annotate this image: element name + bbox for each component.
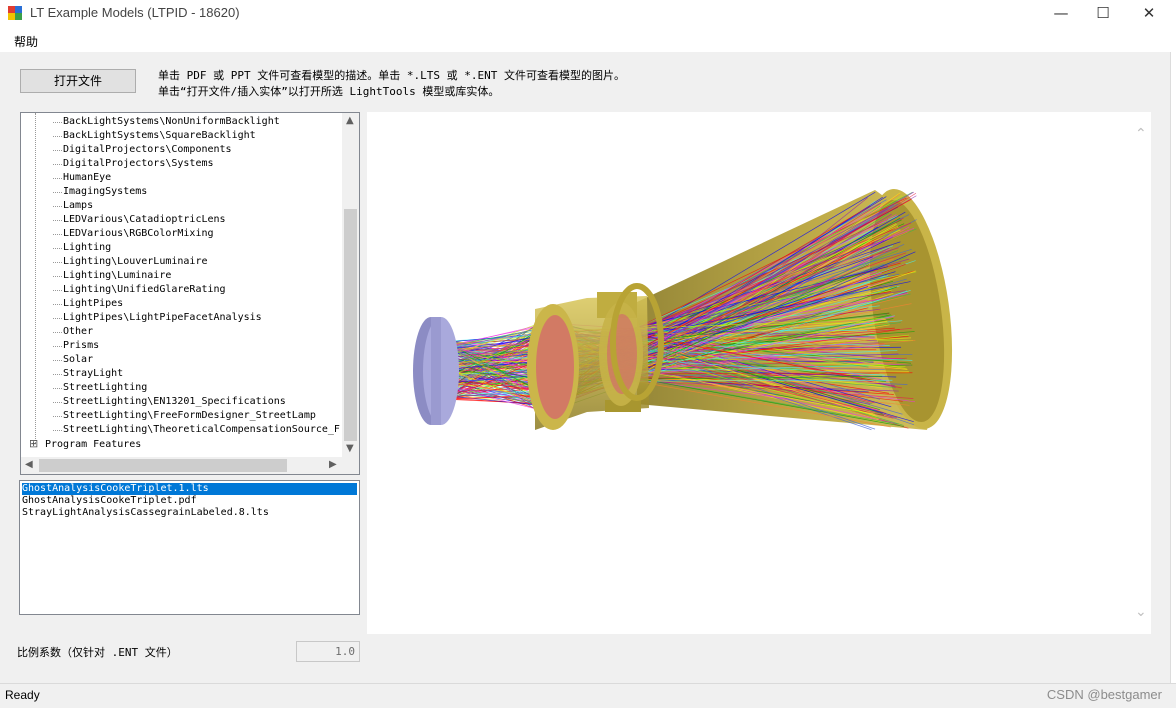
scroll-left-arrow-icon[interactable]: ◀: [25, 459, 33, 470]
file-list-item[interactable]: GhostAnalysisCookeTriplet.1.lts: [22, 483, 357, 495]
close-icon[interactable]: ✕: [1126, 0, 1172, 28]
tree-item[interactable]: LightPipes\LightPipeFacetAnalysis: [63, 311, 262, 325]
hint-line-1: 单击 PDF 或 PPT 文件可查看模型的描述。单击 *.LTS 或 *.ENT…: [158, 69, 625, 82]
tree-item[interactable]: Lighting\LouverLuminaire: [63, 255, 208, 269]
tree-item[interactable]: LEDVarious\CatadioptricLens: [63, 213, 226, 227]
tree-item[interactable]: ImagingSystems: [63, 185, 147, 199]
tree-vertical-scrollbar[interactable]: ▲ ▼: [342, 113, 359, 458]
tree-item[interactable]: Lighting: [63, 241, 111, 255]
window-edge: [1170, 52, 1176, 683]
expand-plus-icon[interactable]: ⊞: [29, 437, 38, 450]
window-title: LT Example Models (LTPID - 18620): [30, 5, 240, 20]
maximize-icon[interactable]: ☐: [1080, 0, 1126, 28]
tree-item[interactable]: Prisms: [63, 339, 99, 353]
file-list-item[interactable]: StrayLightAnalysisCassegrainLabeled.8.lt…: [22, 507, 271, 519]
detector-disk: [413, 317, 459, 425]
tree-item[interactable]: StrayLight: [63, 367, 123, 381]
tree-item[interactable]: Lamps: [63, 199, 93, 213]
model-tree[interactable]: BackLightSystems\NonUniformBacklight Back…: [20, 112, 360, 475]
tree-item[interactable]: LightPipes: [63, 297, 123, 311]
tree-vertical-scroll-thumb[interactable]: [344, 209, 357, 441]
tree-item[interactable]: HumanEye: [63, 171, 111, 185]
menu-bar: 帮助: [0, 28, 1176, 52]
tree-item[interactable]: StreetLighting\FreeFormDesigner_StreetLa…: [63, 409, 316, 423]
minimize-icon[interactable]: —: [1038, 0, 1084, 28]
tree-item[interactable]: BackLightSystems\NonUniformBacklight: [63, 115, 280, 129]
model-preview-panel: ⌃ ⌄: [367, 112, 1151, 634]
hint-line-2: 单击“打开文件/插入实体”以打开所选 LightTools 模型或库实体。: [158, 85, 500, 98]
file-list[interactable]: GhostAnalysisCookeTriplet.1.lts GhostAna…: [19, 480, 360, 615]
tree-item[interactable]: StreetLighting\TheoreticalCompensationSo…: [63, 423, 340, 437]
tree-item[interactable]: Lighting\Luminaire: [63, 269, 171, 283]
title-bar: LT Example Models (LTPID - 18620) — ☐ ✕: [0, 0, 1176, 28]
tree-item[interactable]: Solar: [63, 353, 93, 367]
watermark: CSDN @bestgamer: [1046, 687, 1162, 702]
scroll-down-arrow-icon[interactable]: ▼: [346, 443, 354, 454]
tree-item[interactable]: Lighting\UnifiedGlareRating: [63, 283, 226, 297]
tree-item[interactable]: DigitalProjectors\Systems: [63, 157, 214, 171]
tree-root-label[interactable]: Program Features: [45, 438, 141, 452]
file-list-item[interactable]: GhostAnalysisCookeTriplet.pdf: [22, 495, 199, 507]
open-file-button[interactable]: 打开文件: [20, 69, 136, 93]
tree-horizontal-scroll-thumb[interactable]: [39, 459, 287, 472]
lens-barrel: [527, 283, 664, 430]
svg-text:⌄: ⌄: [1135, 604, 1147, 620]
tree-item[interactable]: StreetLighting\EN13201_Specifications: [63, 395, 286, 409]
svg-text:⌃: ⌃: [1135, 126, 1147, 142]
menu-help[interactable]: 帮助: [14, 33, 38, 50]
tree-item[interactable]: StreetLighting: [63, 381, 147, 395]
viewer-scroll-arrows: ⌃ ⌄: [1135, 126, 1147, 620]
tree-item[interactable]: Other: [63, 325, 93, 339]
status-bar: Ready CSDN @bestgamer: [0, 683, 1176, 708]
tree-item[interactable]: LEDVarious\RGBColorMixing: [63, 227, 214, 241]
tree-horizontal-scrollbar[interactable]: ◀ ▶: [21, 457, 359, 474]
status-text: Ready: [5, 688, 40, 702]
scroll-up-arrow-icon[interactable]: ▲: [346, 115, 354, 126]
lens-raytrace-render: ⌃ ⌄: [413, 126, 1147, 620]
scale-factor-label: 比例系数（仅针对 .ENT 文件）: [17, 646, 178, 659]
app-icon: [8, 6, 22, 20]
scale-factor-input[interactable]: 1.0: [296, 641, 360, 662]
scroll-right-arrow-icon[interactable]: ▶: [329, 459, 337, 470]
tree-item[interactable]: BackLightSystems\SquareBacklight: [63, 129, 256, 143]
tree-item[interactable]: DigitalProjectors\Components: [63, 143, 232, 157]
